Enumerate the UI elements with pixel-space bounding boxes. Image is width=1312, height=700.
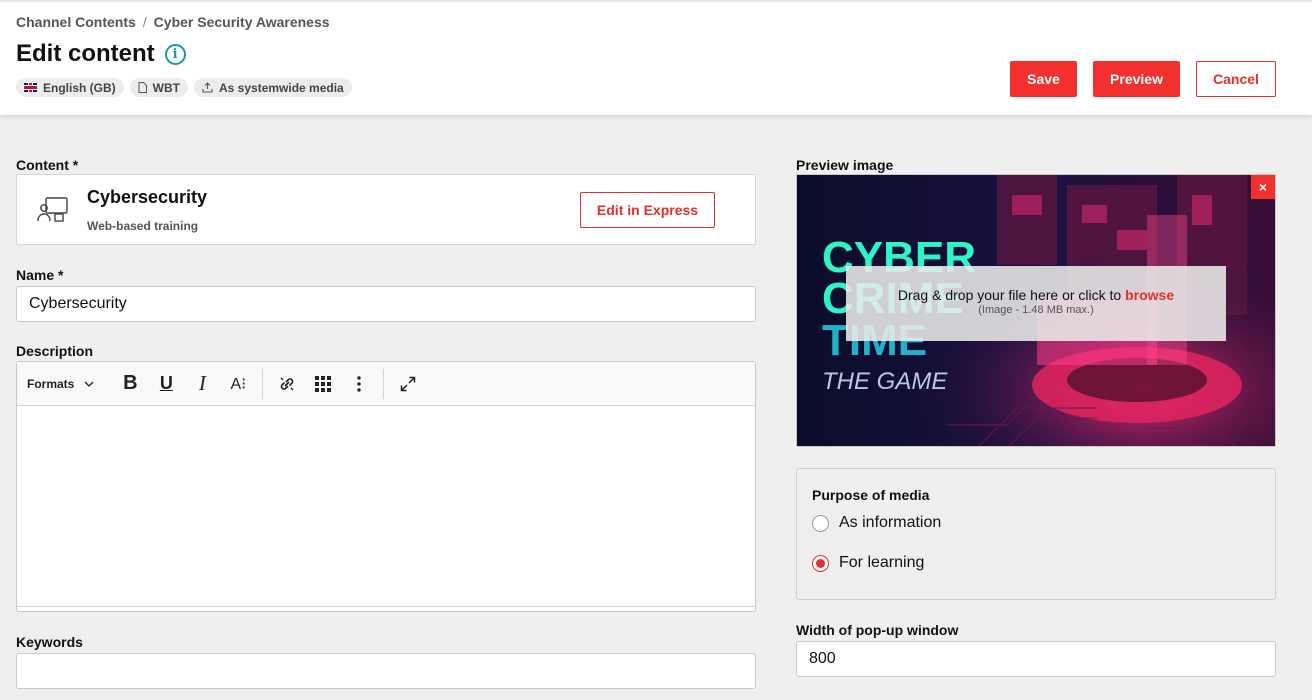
more-vertical-icon <box>357 375 362 392</box>
content-name: Cybersecurity <box>87 187 208 207</box>
content-label: Content * <box>16 157 79 173</box>
formats-label: Formats <box>27 376 75 391</box>
description-label: Description <box>16 343 94 359</box>
upload-icon <box>202 82 213 93</box>
breadcrumb: Channel Contents / Cyber Security Awaren… <box>16 14 330 30</box>
table-button[interactable] <box>305 367 341 401</box>
toolbar-divider <box>262 368 264 399</box>
link-button[interactable] <box>269 367 305 401</box>
radio-as-information-label: As information <box>839 514 942 531</box>
edit-in-express-button[interactable]: Edit in Express <box>580 192 715 228</box>
radio-for-learning-label: For learning <box>839 554 925 571</box>
editor-toolbar: Formats B U I A⁝ <box>17 362 755 406</box>
content-card: Cybersecurity Web-based training Edit in… <box>16 174 756 245</box>
media-chip: As systemwide media <box>194 78 352 97</box>
save-button[interactable]: Save <box>1010 61 1077 97</box>
purpose-of-media-group: Purpose of media As information For lear… <box>796 468 1276 600</box>
wbt-screen-icon <box>37 197 68 222</box>
drop-instructions: Drag & drop your file here or click to b… <box>846 287 1226 303</box>
document-icon <box>138 82 147 93</box>
cancel-button[interactable]: Cancel <box>1196 61 1276 97</box>
chevron-down-icon <box>84 381 94 387</box>
page-header: Channel Contents / Cyber Security Awaren… <box>0 0 1312 115</box>
browse-link[interactable]: browse <box>1125 287 1174 303</box>
unlink-icon <box>280 377 294 390</box>
breadcrumb-parent-link[interactable]: Channel Contents <box>16 14 136 30</box>
underline-button[interactable]: U <box>148 367 184 401</box>
media-chip-label: As systemwide media <box>219 80 344 95</box>
drop-instructions-text: Drag & drop your file here or click to <box>897 287 1126 303</box>
description-editor: Formats B U I A⁝ <box>16 361 756 612</box>
expand-icon <box>401 376 416 391</box>
content-type: Web-based training <box>87 219 199 233</box>
radio-checked-icon[interactable] <box>812 554 829 572</box>
preview-image-dropzone[interactable]: CYBER CRIME TIME THE GAME × Drag & drop … <box>796 174 1276 447</box>
drop-zone-overlay[interactable]: Drag & drop your file here or click to b… <box>846 266 1226 341</box>
title-row: Edit content i <box>16 40 186 68</box>
breadcrumb-separator: / <box>142 14 147 30</box>
language-chip: English (GB) <box>16 78 124 97</box>
keywords-input[interactable] <box>16 653 756 689</box>
radio-unchecked-icon[interactable] <box>812 514 829 532</box>
type-chip-label: WBT <box>152 80 180 95</box>
info-icon[interactable]: i <box>164 43 186 65</box>
fullscreen-button[interactable] <box>390 367 426 401</box>
more-options-button[interactable] <box>341 367 377 401</box>
breadcrumb-current: Cyber Security Awareness <box>153 14 330 30</box>
popup-width-input[interactable]: 800 <box>796 641 1276 677</box>
toolbar-divider <box>383 368 385 399</box>
grid-icon <box>315 375 332 392</box>
preview-button[interactable]: Preview <box>1093 61 1180 97</box>
editor-body[interactable] <box>17 406 755 606</box>
radio-for-learning[interactable]: For learning <box>812 554 924 572</box>
page-title: Edit content <box>16 40 155 67</box>
preview-image-label: Preview image <box>796 157 894 173</box>
purpose-of-media-label: Purpose of media <box>812 487 930 503</box>
editor-status-divider <box>17 606 755 607</box>
content-chips: English (GB) WBT As systemwide media <box>16 78 352 97</box>
type-chip: WBT <box>129 78 188 97</box>
remove-image-button[interactable]: × <box>1251 175 1275 199</box>
font-size-button[interactable]: A⁝ <box>220 367 256 401</box>
radio-as-information[interactable]: As information <box>812 514 941 532</box>
preview-image-subtitle: THE GAME <box>822 368 948 395</box>
italic-button[interactable]: I <box>184 367 220 401</box>
name-label: Name * <box>16 267 64 283</box>
bold-button[interactable]: B <box>112 367 148 401</box>
popup-width-label: Width of pop-up window <box>796 622 959 638</box>
drop-size-hint: (Image - 1.48 MB max.) <box>978 304 1094 316</box>
name-input[interactable]: Cybersecurity <box>16 286 756 322</box>
uk-flag-icon <box>24 83 37 92</box>
language-chip-label: English (GB) <box>43 80 116 95</box>
keywords-label: Keywords <box>16 634 83 650</box>
formats-dropdown[interactable]: Formats <box>27 377 94 391</box>
